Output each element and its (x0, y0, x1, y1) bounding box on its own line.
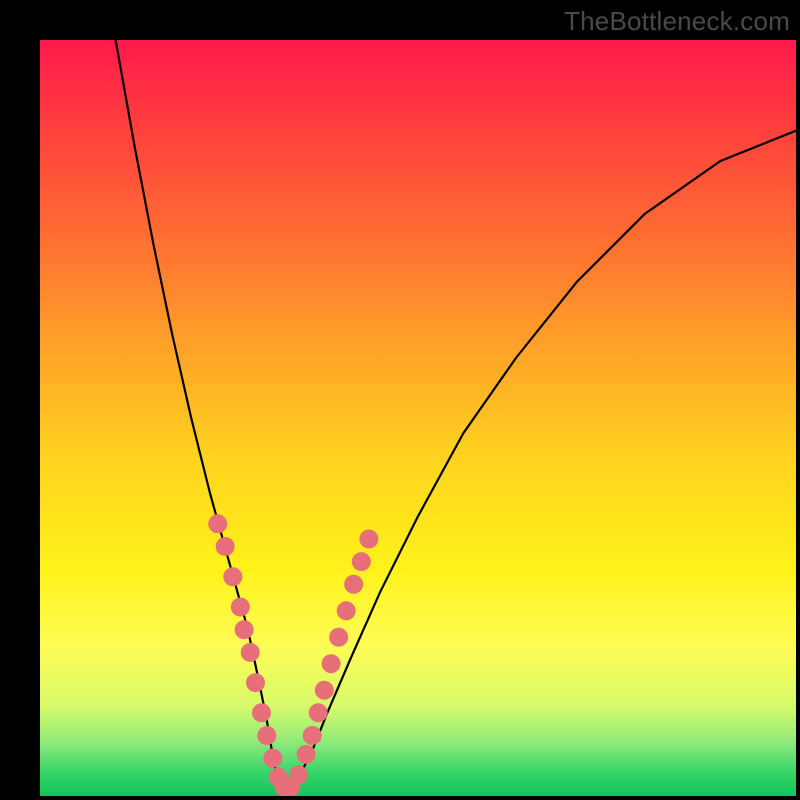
marker-dot (216, 537, 235, 556)
marker-dot (241, 643, 260, 662)
marker-dot (329, 628, 348, 647)
marker-dot (337, 601, 356, 620)
chart-frame: TheBottleneck.com (0, 0, 800, 800)
marker-dot (309, 703, 328, 722)
watermark-text: TheBottleneck.com (564, 6, 790, 37)
marker-dot (315, 681, 334, 700)
marker-dot (359, 530, 378, 549)
marker-dot (231, 598, 250, 617)
marker-dot (223, 567, 242, 586)
curve-layer (40, 40, 796, 796)
marker-dot (289, 765, 308, 784)
marker-dot (246, 673, 265, 692)
marker-dot (352, 552, 371, 571)
marker-dot (263, 749, 282, 768)
marker-dot (303, 726, 322, 745)
plot-area (40, 40, 796, 796)
marker-dot (344, 575, 363, 594)
bottleneck-curve (116, 40, 796, 788)
marker-dot (235, 620, 254, 639)
marker-dot (252, 703, 271, 722)
marker-dot (297, 745, 316, 764)
marker-dot (257, 726, 276, 745)
marker-dot (208, 514, 227, 533)
marker-dot (322, 654, 341, 673)
